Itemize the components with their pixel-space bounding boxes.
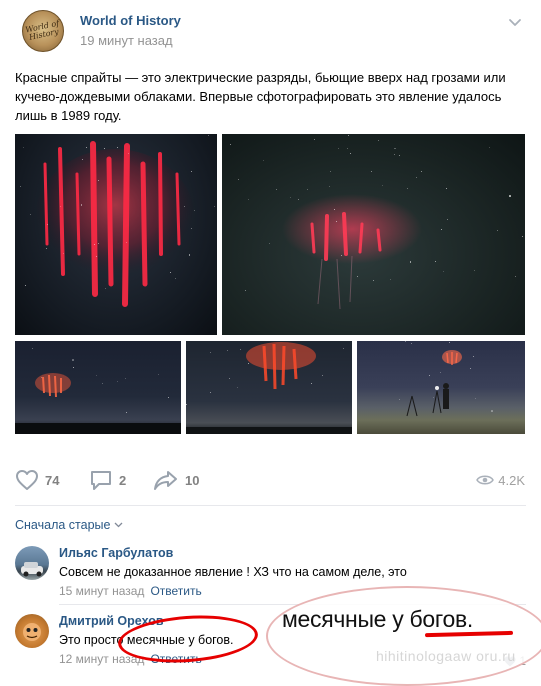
star xyxy=(340,254,342,256)
post-text: Красные спрайты — это электрические разр… xyxy=(15,70,506,123)
star xyxy=(81,158,83,160)
star xyxy=(40,376,42,378)
star xyxy=(124,377,126,379)
sprite-graphic-5 xyxy=(406,350,462,417)
star xyxy=(409,261,412,263)
avatar-image xyxy=(21,562,43,577)
star xyxy=(97,179,99,181)
star xyxy=(381,184,383,186)
comment-icon xyxy=(91,471,111,490)
share-button[interactable]: 10 xyxy=(153,466,199,494)
zoom-text: месячные у богов. xyxy=(282,606,473,632)
sprite-graphic-3 xyxy=(15,373,181,434)
group-name[interactable]: World of History xyxy=(80,13,181,28)
post-header: World of History World of History 19 мину… xyxy=(20,8,531,58)
eye-icon xyxy=(476,475,495,485)
chevron-down-icon xyxy=(115,522,123,528)
comment-author[interactable]: Ильяс Гарбулатов xyxy=(59,546,173,560)
star xyxy=(415,177,417,179)
sprite-graphic-2 xyxy=(282,194,422,310)
sprite-graphic-1 xyxy=(35,141,195,307)
star xyxy=(342,347,344,349)
photo-2[interactable] xyxy=(222,134,525,335)
star xyxy=(373,279,375,281)
star xyxy=(193,209,195,211)
star xyxy=(226,350,228,352)
star xyxy=(389,278,391,280)
heart-icon xyxy=(16,470,38,490)
star xyxy=(209,351,211,353)
chevron-down-icon[interactable] xyxy=(507,14,523,30)
star xyxy=(214,205,216,207)
star xyxy=(356,275,358,277)
star xyxy=(393,153,395,155)
post-actions: 74 2 10 4.2K xyxy=(15,466,526,494)
star xyxy=(297,198,299,200)
zoom-callout xyxy=(266,586,541,686)
star xyxy=(289,196,291,198)
photo-5[interactable] xyxy=(357,341,525,434)
comment-button[interactable]: 2 xyxy=(89,466,126,494)
photo-1[interactable] xyxy=(15,134,217,335)
star xyxy=(228,377,230,379)
star xyxy=(473,269,475,271)
star xyxy=(237,178,239,180)
star xyxy=(509,195,511,198)
photo-3[interactable] xyxy=(15,341,181,434)
star xyxy=(434,260,436,262)
star xyxy=(268,242,270,244)
star xyxy=(209,391,211,393)
star xyxy=(31,347,33,349)
comments-sort-dropdown[interactable]: Сначала старые xyxy=(15,518,123,532)
sprite-graphic-4 xyxy=(186,342,352,434)
group-avatar[interactable]: World of History xyxy=(22,10,64,52)
star xyxy=(95,375,97,377)
star xyxy=(404,341,406,342)
avatar-image xyxy=(23,623,41,641)
views-count: 4.2K xyxy=(498,472,525,488)
star xyxy=(190,170,192,172)
star xyxy=(346,147,348,149)
star xyxy=(169,272,171,274)
star xyxy=(329,171,331,173)
star xyxy=(474,397,476,399)
share-count: 10 xyxy=(185,472,200,488)
star xyxy=(72,359,74,362)
star xyxy=(491,410,493,412)
star xyxy=(19,186,21,188)
views-counter: 4.2K xyxy=(476,466,525,494)
comment-time[interactable]: 15 минут назад xyxy=(59,584,144,598)
star xyxy=(104,287,106,289)
like-count: 74 xyxy=(45,472,60,488)
comment-meta: 15 минут назад Ответить xyxy=(59,584,202,598)
star xyxy=(22,147,24,149)
like-button[interactable]: 74 xyxy=(15,466,59,494)
star xyxy=(85,146,87,148)
avatar[interactable] xyxy=(15,614,49,648)
reply-button[interactable]: Ответить xyxy=(150,584,201,598)
comment-text: Совсем не доказанное явление ! ХЗ что на… xyxy=(59,565,407,579)
sort-label: Сначала старые xyxy=(15,518,111,532)
star xyxy=(410,343,412,345)
share-icon xyxy=(154,471,177,490)
photo-4[interactable] xyxy=(186,341,352,434)
post-time[interactable]: 19 минут назад xyxy=(80,33,173,48)
avatar[interactable] xyxy=(15,546,49,580)
star xyxy=(442,270,444,272)
star xyxy=(314,138,316,140)
logo-text: World of History xyxy=(24,18,60,42)
star xyxy=(333,209,335,211)
comment-count: 2 xyxy=(119,472,127,488)
watermark: hihitinologaaw oru.ru xyxy=(376,648,516,664)
star xyxy=(328,185,330,187)
divider xyxy=(15,505,526,506)
